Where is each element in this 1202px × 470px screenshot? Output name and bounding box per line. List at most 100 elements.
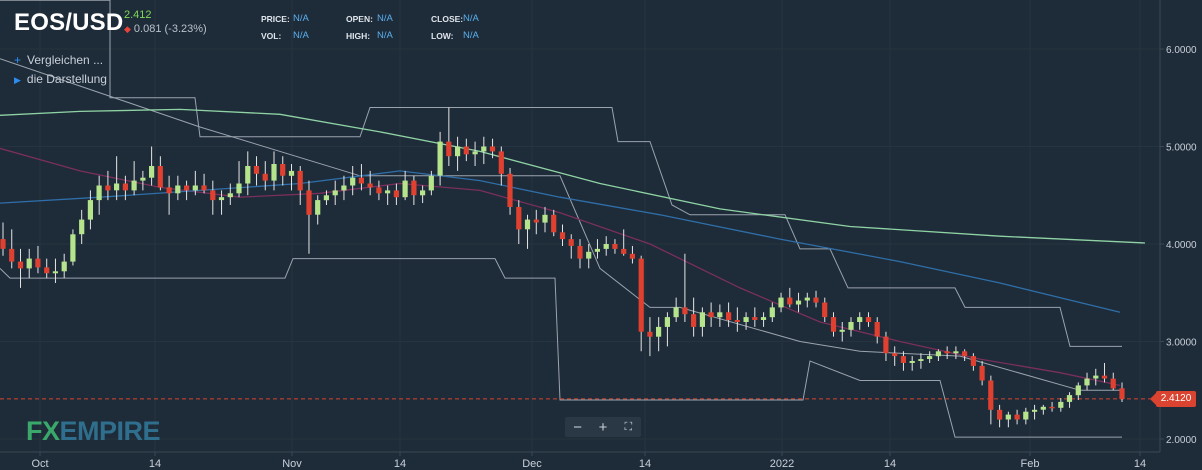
candle-body	[551, 214, 557, 233]
candle-body	[997, 409, 1003, 420]
candle-body	[1023, 411, 1029, 420]
candle-body	[691, 314, 697, 327]
candle-body	[498, 151, 504, 174]
stat-low-key: LOW:	[431, 31, 454, 41]
x-tick-label: Feb	[1021, 458, 1040, 470]
candle-body	[1058, 401, 1064, 408]
price-change: ◆ 0.081 (-3.23%)	[124, 23, 207, 35]
candle-body	[629, 253, 635, 259]
candle-body	[463, 146, 469, 155]
candle-body	[970, 356, 976, 366]
symbol-title: EOS/USD	[14, 9, 124, 36]
candle-body	[61, 261, 67, 272]
candle-body	[280, 164, 286, 176]
candle-body	[489, 146, 496, 152]
candle-body	[944, 351, 950, 354]
compare-label: Vergleichen ...	[27, 53, 104, 67]
candle-body	[437, 141, 443, 176]
candle-body	[105, 185, 111, 191]
candle-body	[288, 170, 295, 176]
x-tick-label: Oct	[31, 458, 48, 470]
stat-price-key: PRICE:	[261, 14, 290, 24]
candle-body	[568, 239, 574, 246]
candle-body	[673, 307, 679, 318]
candle-body	[0, 239, 6, 249]
candle-body	[839, 329, 845, 332]
stat-high-key: HIGH:	[346, 31, 371, 41]
ma-green-line	[0, 108, 1146, 244]
candle-body	[699, 312, 705, 327]
candle-body	[1040, 406, 1046, 410]
candle-body	[402, 180, 408, 198]
candle-body	[927, 356, 933, 359]
ma-purple-line	[0, 147, 1121, 387]
candle-body	[262, 173, 268, 181]
compare-button[interactable]: + Vergleichen ...	[14, 53, 103, 67]
candle-body	[367, 183, 373, 188]
y-tick-label: 6.0000	[1166, 45, 1197, 56]
candle-body	[227, 193, 233, 198]
candle-body	[315, 200, 321, 215]
fit-screen-button[interactable]: ⛶	[618, 421, 638, 434]
candle-body	[743, 317, 749, 322]
down-arrow-icon: ◆	[124, 24, 131, 34]
candle-body	[114, 183, 120, 191]
stat-vol-value: N/A	[293, 30, 309, 41]
channel-middle-line	[0, 58, 1122, 391]
candle-body	[612, 244, 618, 249]
candle-body	[883, 336, 889, 354]
candle-body	[131, 180, 137, 191]
candle-body	[962, 351, 968, 357]
candle-body	[253, 166, 260, 174]
candle-body	[210, 190, 216, 201]
candle-body	[874, 322, 880, 337]
price-chart[interactable]: 2.0000 3.0000 4.0000 5.0000 6.0000 Oct 14 Nov 14…	[0, 0, 1202, 470]
candle-body	[752, 317, 758, 320]
candle-body	[455, 146, 461, 157]
stat-high-value: N/A	[377, 30, 393, 41]
candle-body	[70, 234, 76, 262]
candle-body	[559, 232, 566, 240]
candle-body	[52, 271, 58, 274]
candle-body	[603, 244, 609, 249]
x-tick-label: Nov	[282, 458, 302, 470]
y-tick-label: 3.0000	[1166, 338, 1197, 349]
zoom-in-button[interactable]: +	[593, 419, 613, 436]
candle-body	[918, 359, 924, 361]
candle-body	[376, 187, 382, 194]
candle-body	[795, 300, 802, 305]
candle-body	[892, 353, 898, 357]
candle-body	[341, 185, 347, 191]
candle-body	[35, 258, 41, 268]
x-tick-label: 14	[639, 458, 651, 470]
candle-body	[411, 180, 417, 196]
y-tick-label: 2.0000	[1166, 435, 1197, 446]
candle-body	[717, 312, 723, 318]
candle-body	[988, 380, 994, 410]
x-tick-label: 2022	[770, 458, 794, 470]
stat-open-value: N/A	[377, 13, 393, 24]
fxempire-logo: FXEMPIRE	[26, 416, 161, 446]
candle-body	[524, 219, 531, 230]
zoom-out-button[interactable]: −	[568, 419, 588, 436]
current-price: 2.412	[124, 9, 152, 21]
candle-body	[201, 185, 207, 191]
candle-body	[621, 248, 627, 254]
candle-body	[271, 164, 277, 181]
candle-body	[245, 166, 251, 184]
candle-body	[533, 219, 539, 223]
candle-body	[516, 207, 522, 230]
zoom-controls: − + ⛶	[565, 417, 641, 437]
candle-body	[848, 322, 854, 330]
display-button[interactable]: ▶ die Darstellung	[14, 72, 107, 86]
last-price-label: 2.4120	[1150, 391, 1196, 407]
candle-body	[778, 297, 784, 308]
candle-body	[830, 317, 837, 332]
stat-close-value: N/A	[463, 13, 479, 24]
candle-body	[507, 173, 513, 207]
candle-body	[760, 317, 767, 320]
candle-body	[900, 356, 906, 363]
candle-body	[1084, 378, 1090, 386]
x-tick-label: 14	[884, 458, 896, 470]
candle-body	[979, 365, 985, 381]
